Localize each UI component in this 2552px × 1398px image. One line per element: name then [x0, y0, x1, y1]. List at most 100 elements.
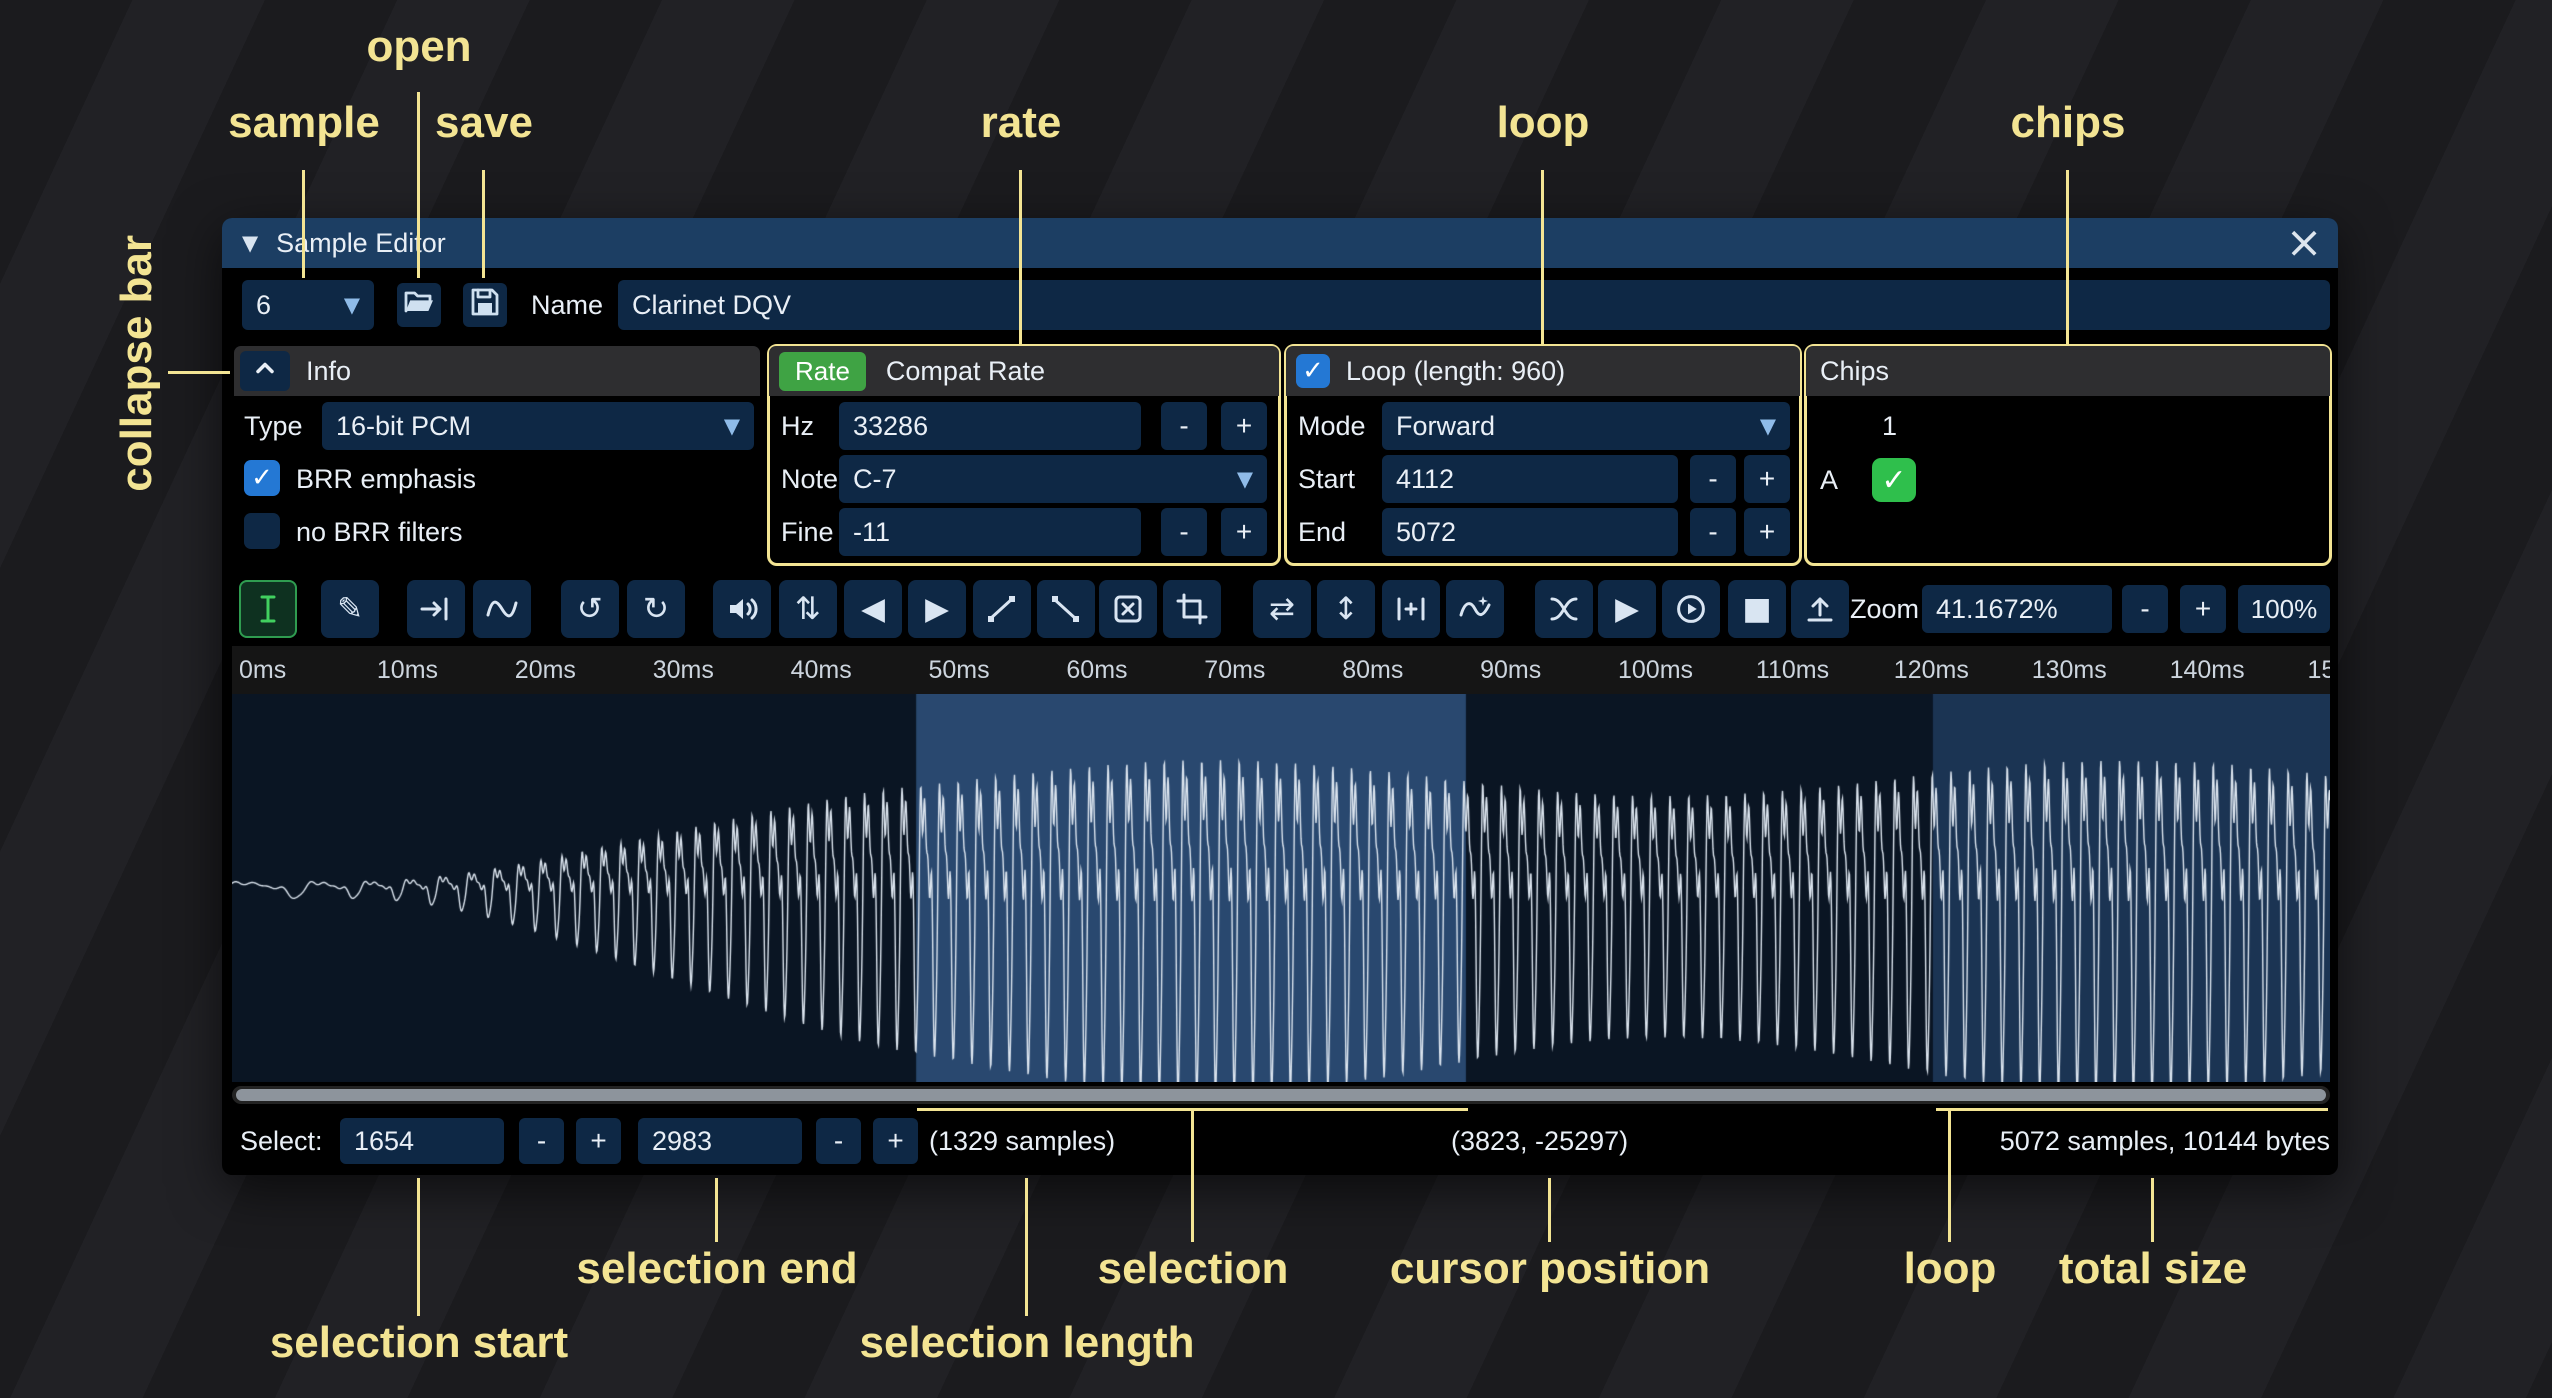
loop-start-plus-button[interactable]: +: [1744, 455, 1790, 503]
stop-button[interactable]: ■: [1728, 580, 1786, 638]
ruler-label: 70ms: [1204, 656, 1265, 685]
undo-button[interactable]: ↺: [561, 580, 619, 638]
zoom-reset-button[interactable]: 100%: [2238, 585, 2330, 633]
selection-start-minus-button[interactable]: -: [519, 1118, 564, 1164]
fine-value: -11: [853, 517, 890, 548]
open-button[interactable]: [397, 283, 441, 327]
selection-start-input[interactable]: 1654: [340, 1118, 504, 1164]
loop-end-plus-button[interactable]: +: [1744, 508, 1790, 556]
waveform-display[interactable]: [232, 694, 2330, 1082]
selection-end-input[interactable]: 2983: [638, 1118, 802, 1164]
chips-panel-header: Chips: [1806, 346, 2330, 396]
loop-enable-checkbox[interactable]: ✓: [1296, 354, 1330, 388]
annotation-bracket-loop: [1936, 1108, 2328, 1111]
crossfade-button[interactable]: [1535, 580, 1593, 638]
loop-mode-dropdown[interactable]: Forward ▼: [1382, 402, 1790, 450]
flip-button[interactable]: ⇄: [1253, 580, 1311, 638]
zoom-minus-button[interactable]: -: [2122, 585, 2168, 633]
annotation-selection-start: selection start: [270, 1318, 568, 1368]
chip-column-header: 1: [1882, 404, 1897, 448]
minus-icon: -: [1179, 516, 1188, 548]
loop-start-minus-button[interactable]: -: [1690, 455, 1736, 503]
annotation-line-rate: [1019, 170, 1022, 346]
edit-cursor-button[interactable]: [239, 580, 297, 638]
annotation-sample: sample: [228, 98, 380, 148]
zoom-plus-button[interactable]: +: [2180, 585, 2226, 633]
trim-button[interactable]: [1163, 580, 1221, 638]
silence-button[interactable]: [1099, 580, 1157, 638]
waveform-scrollbar[interactable]: [232, 1086, 2330, 1104]
save-button[interactable]: [463, 283, 507, 327]
preview-note-button[interactable]: [1662, 580, 1720, 638]
annotation-chips: chips: [2011, 98, 2126, 148]
loop-start-label: Start: [1298, 455, 1355, 503]
selection-length-text: (1329 samples): [929, 1118, 1115, 1164]
insert-button[interactable]: [1382, 580, 1440, 638]
selection-end-minus-button[interactable]: -: [816, 1118, 861, 1164]
fine-plus-button[interactable]: +: [1221, 508, 1267, 556]
hz-minus-button[interactable]: -: [1161, 402, 1207, 450]
fade-in-button[interactable]: [973, 580, 1031, 638]
redo-button[interactable]: ↻: [627, 580, 685, 638]
loop-start-input[interactable]: 4112: [1382, 455, 1678, 503]
plus-icon: +: [1759, 516, 1775, 548]
plus-icon: +: [590, 1125, 606, 1157]
type-dropdown[interactable]: 16-bit PCM ▼: [322, 402, 754, 450]
ruler-label: 50ms: [929, 656, 990, 685]
time-ruler[interactable]: 0ms10ms20ms30ms40ms50ms60ms70ms80ms90ms1…: [232, 646, 2330, 694]
no-brr-filters-checkbox[interactable]: [244, 513, 280, 549]
annotation-collapse-bar: collapse bar: [112, 235, 162, 492]
window-titlebar[interactable]: ▼ Sample Editor ×: [222, 218, 2338, 268]
export-button[interactable]: [1791, 580, 1849, 638]
loop-mode-value: Forward: [1396, 411, 1495, 442]
selection-start-plus-button[interactable]: +: [576, 1118, 621, 1164]
hz-label: Hz: [781, 402, 814, 450]
note-value: C-7: [853, 464, 897, 495]
filter-button[interactable]: [1446, 580, 1504, 638]
resample-button[interactable]: [473, 580, 531, 638]
loop-end-minus-button[interactable]: -: [1690, 508, 1736, 556]
loop-panel-title: Loop (length: 960): [1346, 356, 1565, 387]
resize-button[interactable]: [407, 580, 465, 638]
sample-editor-window: ▼ Sample Editor × 6 ▼ Name Clarinet DQV: [222, 218, 2338, 1175]
ruler-label: 90ms: [1480, 656, 1541, 685]
invert-button[interactable]: ↕: [1317, 580, 1375, 638]
hz-plus-button[interactable]: +: [1221, 402, 1267, 450]
loop-end-input[interactable]: 5072: [1382, 508, 1678, 556]
chip-enable-checkbox[interactable]: ✓: [1872, 458, 1916, 502]
fine-input[interactable]: -11: [839, 508, 1141, 556]
annotation-line-save: [482, 170, 485, 278]
selection-end-value: 2983: [652, 1126, 712, 1157]
no-brr-filters-label: no BRR filters: [296, 508, 463, 556]
amplify-button[interactable]: [713, 580, 771, 638]
preview-button[interactable]: ▶: [1598, 580, 1656, 638]
hz-input[interactable]: 33286: [839, 402, 1141, 450]
selection-end-plus-button[interactable]: +: [873, 1118, 918, 1164]
waveform-scrollbar-thumb[interactable]: [236, 1089, 2326, 1101]
flip-icon: ⇄: [1269, 591, 1295, 627]
window-collapse-icon[interactable]: ▼: [242, 231, 258, 255]
name-input[interactable]: Clarinet DQV: [618, 280, 2330, 330]
brr-emphasis-checkbox[interactable]: ✓: [244, 460, 280, 496]
zoom-label: Zoom: [1850, 584, 1919, 634]
annotation-selection-end: selection end: [576, 1244, 857, 1294]
draw-button[interactable]: ✎: [321, 580, 379, 638]
zoom-input[interactable]: 41.1672%: [1922, 585, 2112, 633]
forward-button[interactable]: ▶: [908, 580, 966, 638]
fine-label: Fine: [781, 508, 834, 556]
ruler-label: 140ms: [2170, 656, 2245, 685]
normalize-button[interactable]: ⇅: [779, 580, 837, 638]
ruler-label: 100ms: [1618, 656, 1693, 685]
plus-icon: +: [887, 1125, 903, 1157]
close-icon[interactable]: ×: [2280, 218, 2328, 268]
fade-out-button[interactable]: [1037, 580, 1095, 638]
sample-number-dropdown[interactable]: 6 ▼: [242, 280, 374, 330]
normalize-icon: ⇅: [795, 591, 821, 627]
reverse-button[interactable]: ◀: [844, 580, 902, 638]
sample-number-value: 6: [256, 290, 271, 321]
collapse-bar-button[interactable]: [240, 351, 290, 391]
preview-icon: ▶: [1615, 591, 1639, 627]
note-dropdown[interactable]: C-7 ▼: [839, 455, 1267, 503]
open-folder-icon: [403, 286, 435, 325]
fine-minus-button[interactable]: -: [1161, 508, 1207, 556]
